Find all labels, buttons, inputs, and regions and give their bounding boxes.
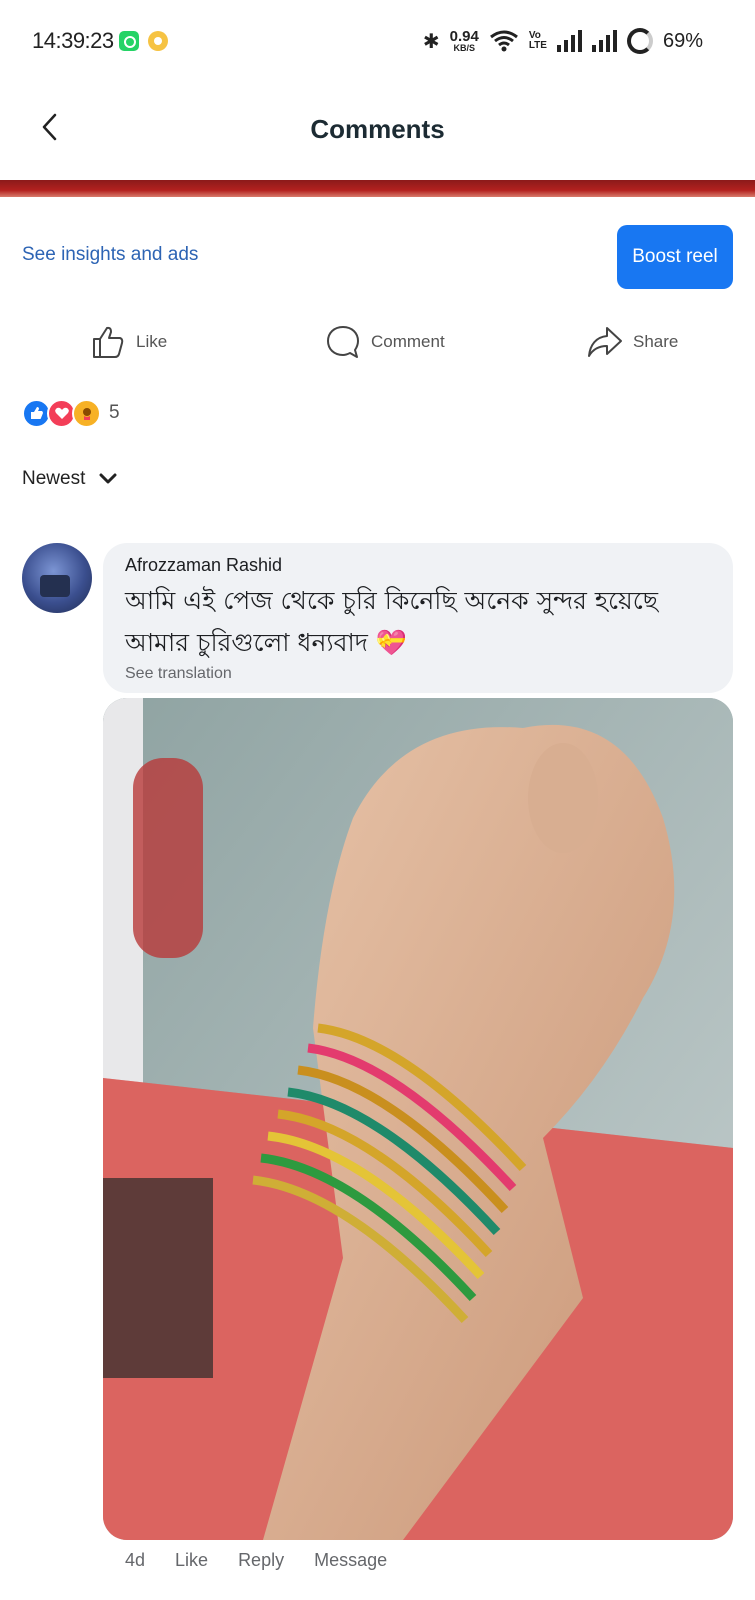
status-time: 14:39:23 (32, 28, 114, 53)
comment-button[interactable]: Comment (325, 318, 445, 366)
care-reaction-icon (72, 398, 101, 428)
chevron-down-icon (99, 473, 117, 484)
comment-photo[interactable] (103, 698, 733, 1540)
share-button[interactable]: Share (587, 318, 678, 366)
volte-bottom: LTE (528, 40, 547, 51)
comment-bubble[interactable]: Afrozzaman Rashid আমি এই পেজ থেকে চুরি ক… (103, 543, 733, 693)
share-label: Share (633, 332, 679, 351)
bluetooth-icon: ✱ (422, 30, 440, 53)
wifi-icon (489, 30, 518, 52)
share-icon (588, 327, 622, 357)
bangles-photo (103, 698, 733, 1540)
status-bar: 14:39:23 ✱ 0.94 KB/S Vo LTE 69% (0, 0, 755, 84)
comment-time: 4d (125, 1550, 146, 1570)
avatar[interactable] (22, 543, 92, 613)
reel-preview-strip[interactable] (0, 180, 755, 197)
network-speed-unit: KB/S (453, 43, 475, 53)
reaction-summary[interactable]: 5 (22, 398, 120, 428)
page-title: Comments (310, 114, 445, 144)
notification-app-icon (148, 31, 168, 51)
comment-sort-dropdown[interactable]: Newest (22, 468, 117, 490)
like-label: Like (136, 332, 168, 351)
network-speed-value: 0.94 (449, 28, 479, 45)
sort-label: Newest (22, 468, 86, 489)
post-actions: Like Comment Share (0, 318, 755, 366)
comment-text: আমি এই পেজ থেকে চুরি কিনেছি অনেক সুন্দর … (125, 586, 658, 657)
comment-message-button[interactable]: Message (314, 1550, 387, 1571)
see-insights-link[interactable]: See insights and ads (22, 244, 198, 266)
whatsapp-icon (119, 31, 139, 51)
network-speed: 0.94 KB/S (450, 29, 479, 53)
comment-reply-button[interactable]: Reply (238, 1550, 284, 1571)
reaction-count: 5 (109, 402, 120, 423)
signal-icon (556, 30, 582, 52)
header: Comments (0, 84, 755, 180)
comment-label: Comment (371, 332, 445, 351)
boost-reel-button[interactable]: Boost reel (617, 225, 733, 289)
like-button[interactable]: Like (90, 318, 167, 366)
comment-icon (327, 326, 359, 358)
status-indicators: ✱ 0.94 KB/S Vo LTE 69% (423, 26, 703, 56)
battery-percent: 69% (662, 29, 703, 52)
see-translation-link[interactable]: See translation (125, 665, 232, 683)
signal-icon (591, 30, 617, 52)
comment-meta: 4d Like Reply Message (125, 1550, 387, 1571)
volte-indicator: Vo LTE (529, 31, 547, 51)
comment-like-button[interactable]: Like (175, 1550, 208, 1571)
thumbs-up-icon (93, 326, 124, 358)
comment-author[interactable]: Afrozzaman Rashid (125, 555, 711, 576)
battery-icon (626, 28, 653, 54)
